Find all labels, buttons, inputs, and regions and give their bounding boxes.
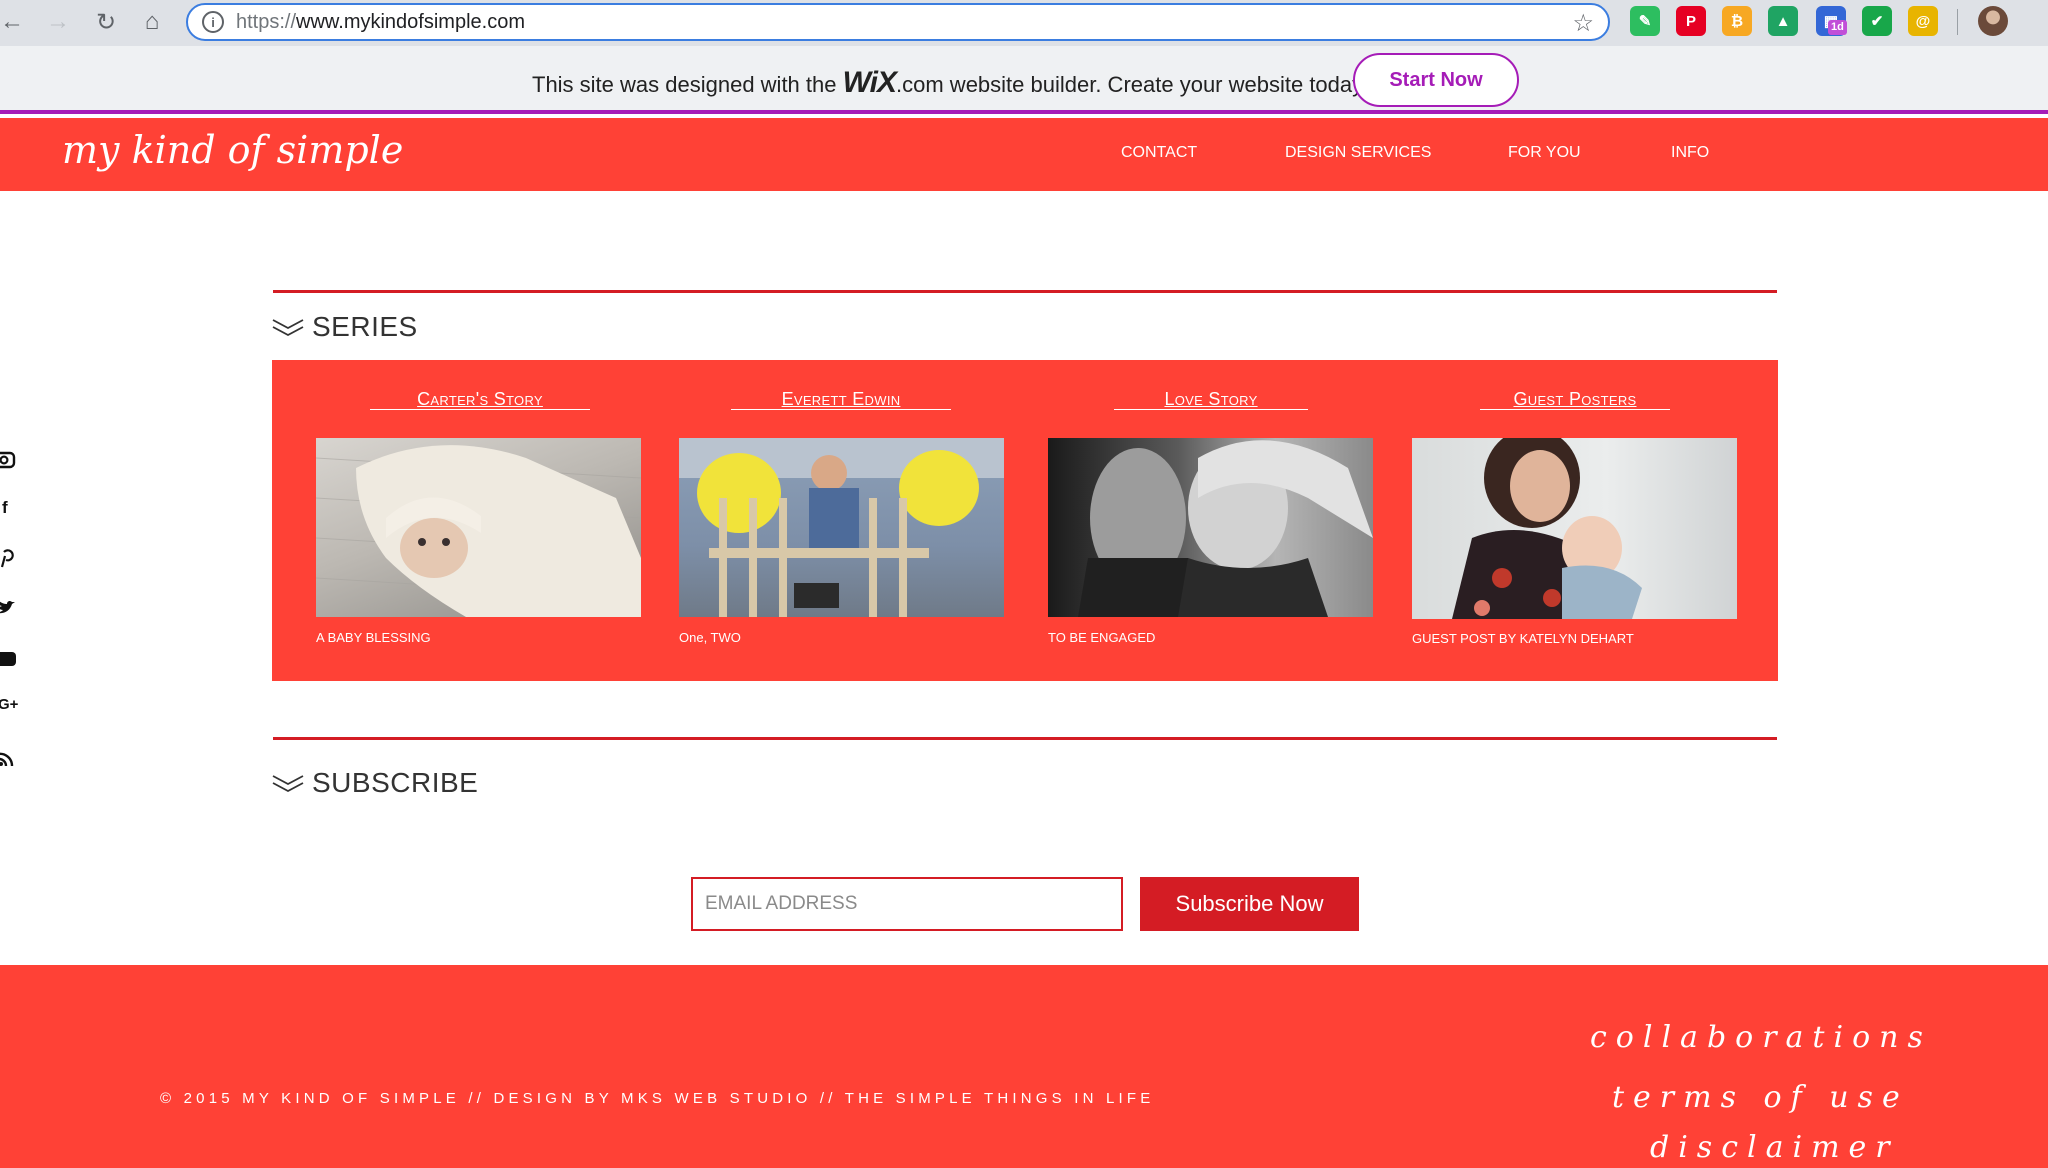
series-heading: SERIES (272, 311, 418, 343)
reload-icon[interactable]: ↻ (88, 4, 124, 40)
nav-design-services[interactable]: DESIGN SERVICES (1285, 144, 1431, 162)
address-bar[interactable]: i https://www.mykindofsimple.com ☆ (186, 3, 1610, 41)
pinterest-icon[interactable] (0, 548, 18, 570)
browser-toolbar: ← → ↻ ⌂ i https://www.mykindofsimple.com… (0, 0, 2048, 46)
email-field[interactable] (691, 877, 1123, 931)
double-chevron-icon (272, 775, 304, 793)
evernote-icon[interactable]: ✎ (1630, 6, 1660, 36)
series-title: SERIES (312, 311, 418, 342)
footer-link-collaborations[interactable]: collaborations (1590, 1020, 1932, 1055)
wix-text-before: This site was designed with the (532, 72, 843, 97)
bookmark-star-icon[interactable]: ☆ (1572, 9, 1594, 38)
wix-text-after: .com website builder. Create your websit… (896, 72, 1368, 97)
home-icon[interactable]: ⌂ (134, 4, 170, 40)
wix-banner: This site was designed with the WiX.com … (0, 46, 2048, 114)
series-panel: Carter's Story A BABY BLESSING Everett E… (272, 360, 1778, 681)
card-subtitle: One, TWO (679, 630, 741, 645)
rss-icon[interactable] (0, 748, 18, 770)
site-info-icon[interactable]: i (202, 11, 224, 33)
calendar-badge: 1d (1828, 20, 1847, 35)
wix-banner-text: This site was designed with the WiX.com … (532, 66, 1368, 100)
nav-info[interactable]: INFO (1671, 144, 1709, 162)
honey-icon[interactable]: ₿ (1722, 6, 1752, 36)
card-subtitle: A BABY BLESSING (316, 630, 431, 645)
google-drive-icon[interactable]: ▲ (1768, 6, 1798, 36)
subscribe-divider (273, 737, 1777, 740)
url-text[interactable]: https://www.mykindofsimple.com (236, 11, 525, 34)
site-logo[interactable]: my kind of simple (62, 128, 403, 172)
toolbar-divider (1957, 9, 1958, 35)
forward-arrow-icon[interactable]: → (40, 4, 76, 40)
facebook-icon[interactable]: f (2, 498, 20, 520)
card-subtitle: TO BE ENGAGED (1048, 630, 1156, 645)
double-chevron-icon (272, 319, 304, 337)
checkmark-icon[interactable]: ✔ (1862, 6, 1892, 36)
youtube-icon[interactable] (0, 648, 18, 670)
copyright-text: © 2015 MY KIND OF SIMPLE // DESIGN BY MK… (160, 1090, 1155, 1107)
footer-link-terms-of-use[interactable]: terms of use (1612, 1080, 1909, 1115)
site-footer: © 2015 MY KIND OF SIMPLE // DESIGN BY MK… (0, 965, 2048, 1168)
everett-edwin-image[interactable] (679, 438, 1004, 617)
nav-contact[interactable]: CONTACT (1121, 144, 1197, 162)
url-scheme: https:// (236, 10, 297, 33)
love-story-image[interactable] (1048, 438, 1373, 617)
pinterest-icon[interactable]: P (1676, 6, 1706, 36)
guest-posters-image[interactable] (1412, 438, 1737, 619)
subscribe-now-button[interactable]: Subscribe Now (1140, 877, 1359, 931)
card-title-love-story[interactable]: Love Story (1114, 389, 1308, 410)
back-arrow-icon[interactable]: ← (0, 4, 30, 40)
url-host: www.mykindofsimple.com (296, 10, 525, 33)
instagram-icon[interactable] (0, 450, 18, 472)
carters-story-image[interactable] (316, 438, 641, 617)
google-plus-icon[interactable]: G+ (0, 696, 18, 718)
card-title-guest-posters[interactable]: Guest Posters (1480, 389, 1670, 410)
footer-link-disclaimer[interactable]: disclaimer (1650, 1130, 1899, 1165)
card-title-everett-edwin[interactable]: Everett Edwin (731, 389, 951, 410)
card-subtitle: GUEST POST BY KATELYN DEHART (1412, 631, 1634, 646)
wix-logo: WiX (842, 66, 897, 99)
card-title-carters-story[interactable]: Carter's Story (370, 389, 590, 410)
profile-avatar[interactable] (1978, 6, 2008, 36)
series-divider (273, 290, 1777, 293)
subscribe-title: SUBSCRIBE (312, 767, 479, 798)
start-now-button[interactable]: Start Now (1353, 53, 1519, 107)
site-header: my kind of simple CONTACT DESIGN SERVICE… (0, 118, 2048, 191)
twitter-icon[interactable] (0, 598, 18, 620)
rakuten-icon[interactable]: @ (1908, 6, 1938, 36)
subscribe-heading: SUBSCRIBE (272, 767, 478, 799)
nav-for-you[interactable]: FOR YOU (1508, 144, 1581, 162)
